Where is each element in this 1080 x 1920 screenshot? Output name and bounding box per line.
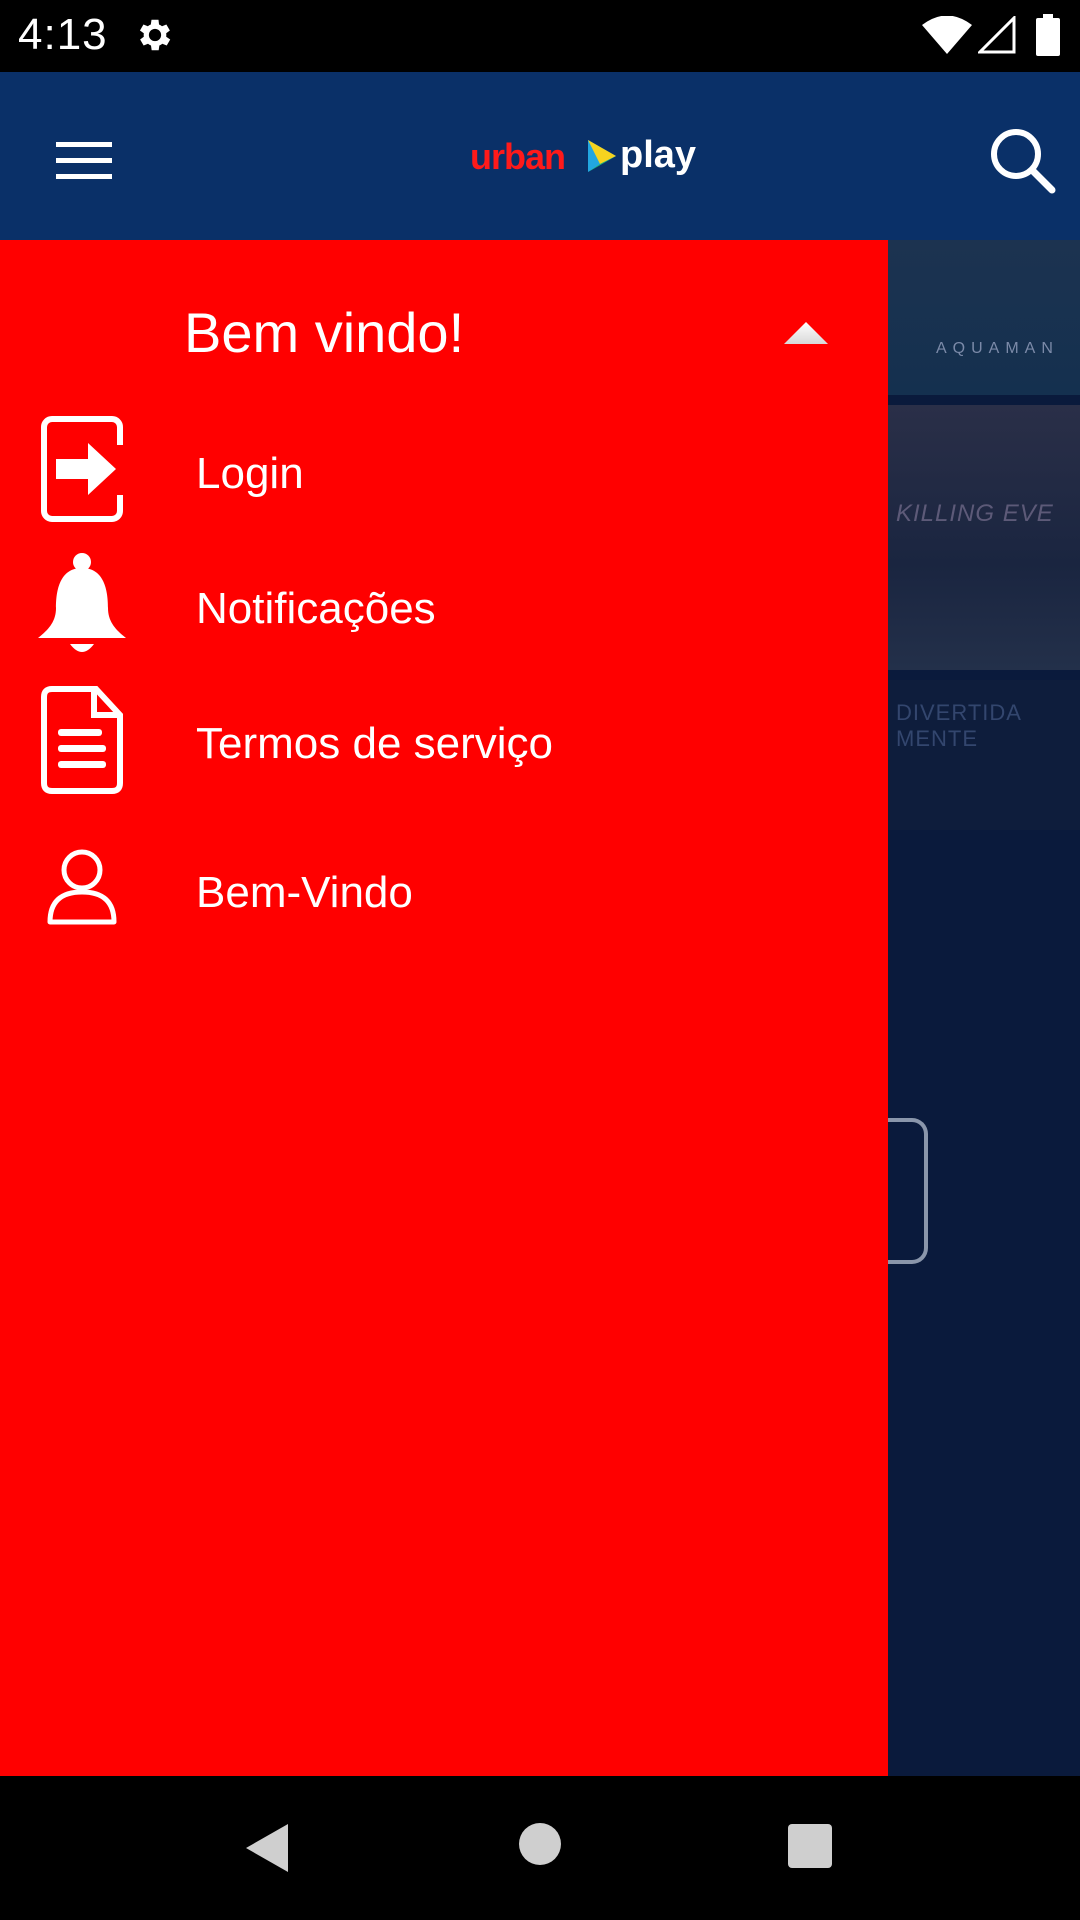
poster[interactable]: DIVERTIDA MENTE	[888, 680, 1080, 830]
poster-caption: AQUAMAN	[936, 340, 1059, 357]
drawer-item-label: Bem-Vindo	[196, 868, 413, 917]
logo-play-text: play	[620, 134, 697, 176]
drawer-item-label: Notificações	[196, 584, 436, 633]
drawer-item-login[interactable]: Login	[0, 415, 888, 535]
poster-caption: DIVERTIDA MENTE	[896, 700, 1021, 751]
document-icon	[41, 686, 123, 794]
app-logo: urban play	[470, 132, 710, 192]
settings-gear-icon	[139, 19, 171, 51]
navigation-drawer: Bem vindo! Login Notificações Termos de …	[0, 240, 888, 1776]
hamburger-menu-icon[interactable]	[44, 130, 124, 190]
search-icon[interactable]	[986, 124, 1058, 196]
poster[interactable]: KILLING EVE	[888, 405, 1080, 670]
recents-icon[interactable]	[786, 1822, 834, 1870]
drawer-item-label: Login	[196, 449, 304, 498]
drawer-item-terms[interactable]: Termos de serviço	[0, 685, 888, 805]
person-icon	[47, 849, 117, 925]
chevron-up-icon[interactable]	[782, 318, 830, 348]
play-logo-icon	[588, 140, 616, 172]
poster[interactable]: AQUAMAN	[888, 240, 1080, 395]
cell-signal-icon	[978, 16, 1016, 54]
system-nav-bar	[0, 1776, 1080, 1920]
app-bar: urban play	[0, 72, 1080, 240]
drawer-item-notifications[interactable]: Notificações	[0, 550, 888, 670]
logo-urban-text: urban	[470, 136, 566, 177]
bell-icon	[38, 553, 126, 652]
wifi-icon	[922, 16, 972, 54]
login-icon	[41, 416, 126, 522]
status-time: 4:13	[18, 10, 108, 59]
home-icon[interactable]	[516, 1820, 564, 1868]
battery-icon	[1036, 14, 1060, 56]
drawer-header: Bem vindo!	[184, 301, 465, 364]
drawer-item-label: Termos de serviço	[196, 719, 554, 768]
drawer-item-welcome[interactable]: Bem-Vindo	[0, 840, 888, 960]
status-bar: 4:13	[0, 0, 1080, 72]
poster-caption: KILLING EVE	[896, 500, 1054, 527]
back-icon[interactable]	[240, 1820, 296, 1876]
